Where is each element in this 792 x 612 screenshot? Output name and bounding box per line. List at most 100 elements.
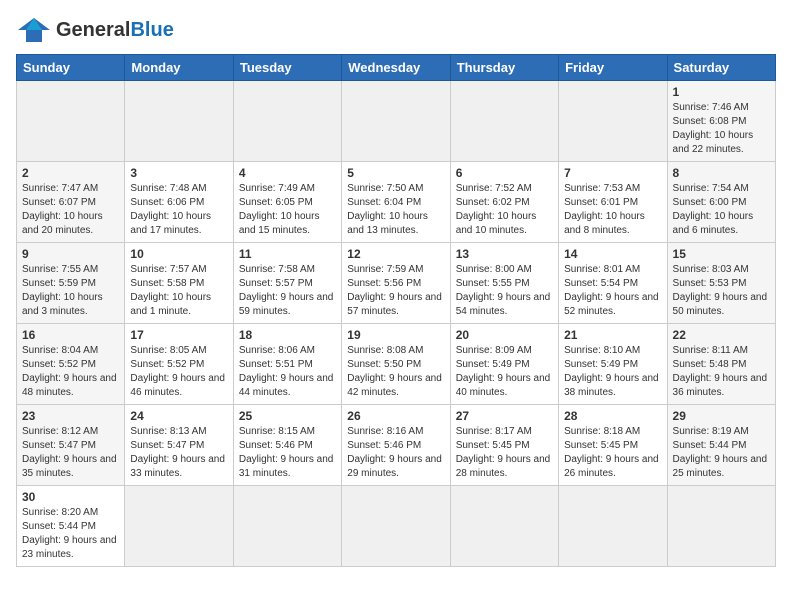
day-number: 30	[22, 490, 119, 504]
day-info: Sunrise: 8:13 AM Sunset: 5:47 PM Dayligh…	[130, 425, 227, 481]
calendar-cell: 15Sunrise: 8:03 AM Sunset: 5:53 PM Dayli…	[667, 243, 775, 324]
logo-text-general: GeneralBlue	[56, 19, 174, 42]
calendar-cell: 6 Sunrise: 7:52 AM Sunset: 6:02 PM Daylig…	[450, 162, 558, 243]
day-info: Sunrise: 7:47 AM Sunset: 6:07 PM Dayligh…	[22, 182, 119, 238]
calendar-cell: 14 Sunrise: 8:01 AM Sunset: 5:54 PM Dayli…	[559, 243, 667, 324]
day-info: Sunrise: 7:55 AM Sunset: 5:59 PM Dayligh…	[22, 263, 119, 319]
day-number: 29	[673, 409, 770, 423]
calendar-cell: 27Sunrise: 8:17 AM Sunset: 5:45 PM Dayli…	[450, 405, 558, 486]
day-header-saturday: Saturday	[667, 55, 775, 81]
day-info: Sunrise: 8:01 AM Sunset: 5:54 PM Dayligh…	[564, 263, 661, 319]
day-info: Sunrise: 7:58 AM Sunset: 5:57 PM Dayligh…	[239, 263, 336, 319]
calendar-cell: 16 Sunrise: 8:04 AM Sunset: 5:52 PM Dayli…	[17, 324, 125, 405]
day-info: Sunrise: 8:20 AM Sunset: 5:44 PM Dayligh…	[22, 506, 119, 562]
day-number: 17	[130, 328, 227, 342]
calendar-cell	[125, 486, 233, 567]
calendar-cell: 11 Sunrise: 7:58 AM Sunset: 5:57 PM Dayli…	[233, 243, 341, 324]
day-number: 8	[673, 166, 770, 180]
day-number: 10	[130, 247, 227, 261]
calendar-table: SundayMondayTuesdayWednesdayThursdayFrid…	[16, 54, 776, 567]
week-row-5: 23Sunrise: 8:12 AM Sunset: 5:47 PM Dayli…	[17, 405, 776, 486]
day-info: Sunrise: 7:52 AM Sunset: 6:02 PM Dayligh…	[456, 182, 553, 238]
header-row: SundayMondayTuesdayWednesdayThursdayFrid…	[17, 55, 776, 81]
logo-text-blue: Blue	[130, 19, 173, 41]
day-number: 19	[347, 328, 444, 342]
page-header: GeneralBlue	[16, 16, 776, 44]
calendar-cell: 19 Sunrise: 8:08 AM Sunset: 5:50 PM Dayli…	[342, 324, 450, 405]
day-number: 26	[347, 409, 444, 423]
day-header-wednesday: Wednesday	[342, 55, 450, 81]
day-number: 21	[564, 328, 661, 342]
week-row-2: 2 Sunrise: 7:47 AM Sunset: 6:07 PM Daylig…	[17, 162, 776, 243]
week-row-4: 16 Sunrise: 8:04 AM Sunset: 5:52 PM Dayli…	[17, 324, 776, 405]
day-info: Sunrise: 7:46 AM Sunset: 6:08 PM Dayligh…	[673, 101, 770, 157]
day-number: 6	[456, 166, 553, 180]
day-info: Sunrise: 8:08 AM Sunset: 5:50 PM Dayligh…	[347, 344, 444, 400]
day-number: 3	[130, 166, 227, 180]
calendar-cell: 10 Sunrise: 7:57 AM Sunset: 5:58 PM Dayli…	[125, 243, 233, 324]
calendar-cell: 25 Sunrise: 8:15 AM Sunset: 5:46 PM Dayli…	[233, 405, 341, 486]
day-number: 5	[347, 166, 444, 180]
day-number: 18	[239, 328, 336, 342]
day-info: Sunrise: 8:12 AM Sunset: 5:47 PM Dayligh…	[22, 425, 119, 481]
day-number: 7	[564, 166, 661, 180]
day-number: 1	[673, 85, 770, 99]
calendar-cell	[233, 486, 341, 567]
day-info: Sunrise: 8:17 AM Sunset: 5:45 PM Dayligh…	[456, 425, 553, 481]
day-info: Sunrise: 8:00 AM Sunset: 5:55 PM Dayligh…	[456, 263, 553, 319]
day-info: Sunrise: 8:10 AM Sunset: 5:49 PM Dayligh…	[564, 344, 661, 400]
calendar-cell	[559, 486, 667, 567]
day-number: 13	[456, 247, 553, 261]
calendar-cell: 24Sunrise: 8:13 AM Sunset: 5:47 PM Dayli…	[125, 405, 233, 486]
calendar-cell: 3Sunrise: 7:48 AM Sunset: 6:06 PM Daylig…	[125, 162, 233, 243]
day-info: Sunrise: 8:04 AM Sunset: 5:52 PM Dayligh…	[22, 344, 119, 400]
calendar-cell: 23Sunrise: 8:12 AM Sunset: 5:47 PM Dayli…	[17, 405, 125, 486]
calendar-cell	[342, 486, 450, 567]
calendar-cell: 28 Sunrise: 8:18 AM Sunset: 5:45 PM Dayli…	[559, 405, 667, 486]
calendar-cell: 18 Sunrise: 8:06 AM Sunset: 5:51 PM Dayli…	[233, 324, 341, 405]
day-info: Sunrise: 7:53 AM Sunset: 6:01 PM Dayligh…	[564, 182, 661, 238]
calendar-cell	[233, 81, 341, 162]
calendar-cell: 17 Sunrise: 8:05 AM Sunset: 5:52 PM Dayli…	[125, 324, 233, 405]
logo-icon	[16, 16, 52, 44]
day-number: 25	[239, 409, 336, 423]
day-number: 16	[22, 328, 119, 342]
day-info: Sunrise: 8:06 AM Sunset: 5:51 PM Dayligh…	[239, 344, 336, 400]
calendar-cell	[559, 81, 667, 162]
day-info: Sunrise: 8:18 AM Sunset: 5:45 PM Dayligh…	[564, 425, 661, 481]
calendar-cell: 8Sunrise: 7:54 AM Sunset: 6:00 PM Daylig…	[667, 162, 775, 243]
calendar-cell: 13 Sunrise: 8:00 AM Sunset: 5:55 PM Dayli…	[450, 243, 558, 324]
calendar-cell: 7 Sunrise: 7:53 AM Sunset: 6:01 PM Daylig…	[559, 162, 667, 243]
day-number: 11	[239, 247, 336, 261]
calendar-cell	[450, 486, 558, 567]
day-info: Sunrise: 7:57 AM Sunset: 5:58 PM Dayligh…	[130, 263, 227, 319]
day-number: 15	[673, 247, 770, 261]
calendar-cell: 12Sunrise: 7:59 AM Sunset: 5:56 PM Dayli…	[342, 243, 450, 324]
day-number: 4	[239, 166, 336, 180]
day-number: 28	[564, 409, 661, 423]
week-row-1: 1 Sunrise: 7:46 AM Sunset: 6:08 PM Daylig…	[17, 81, 776, 162]
day-header-friday: Friday	[559, 55, 667, 81]
calendar-cell	[342, 81, 450, 162]
day-number: 20	[456, 328, 553, 342]
calendar-cell: 5 Sunrise: 7:50 AM Sunset: 6:04 PM Daylig…	[342, 162, 450, 243]
calendar-cell	[667, 486, 775, 567]
day-number: 2	[22, 166, 119, 180]
calendar-cell: 1 Sunrise: 7:46 AM Sunset: 6:08 PM Daylig…	[667, 81, 775, 162]
day-info: Sunrise: 7:50 AM Sunset: 6:04 PM Dayligh…	[347, 182, 444, 238]
day-header-tuesday: Tuesday	[233, 55, 341, 81]
calendar-cell: 20Sunrise: 8:09 AM Sunset: 5:49 PM Dayli…	[450, 324, 558, 405]
logo: GeneralBlue	[16, 16, 174, 44]
calendar-cell: 9Sunrise: 7:55 AM Sunset: 5:59 PM Daylig…	[17, 243, 125, 324]
calendar-cell: 2 Sunrise: 7:47 AM Sunset: 6:07 PM Daylig…	[17, 162, 125, 243]
day-info: Sunrise: 8:05 AM Sunset: 5:52 PM Dayligh…	[130, 344, 227, 400]
day-info: Sunrise: 8:15 AM Sunset: 5:46 PM Dayligh…	[239, 425, 336, 481]
day-number: 22	[673, 328, 770, 342]
day-header-monday: Monday	[125, 55, 233, 81]
day-number: 14	[564, 247, 661, 261]
calendar-cell	[17, 81, 125, 162]
week-row-6: 30 Sunrise: 8:20 AM Sunset: 5:44 PM Dayli…	[17, 486, 776, 567]
calendar-cell: 29Sunrise: 8:19 AM Sunset: 5:44 PM Dayli…	[667, 405, 775, 486]
day-info: Sunrise: 8:11 AM Sunset: 5:48 PM Dayligh…	[673, 344, 770, 400]
calendar-cell	[125, 81, 233, 162]
